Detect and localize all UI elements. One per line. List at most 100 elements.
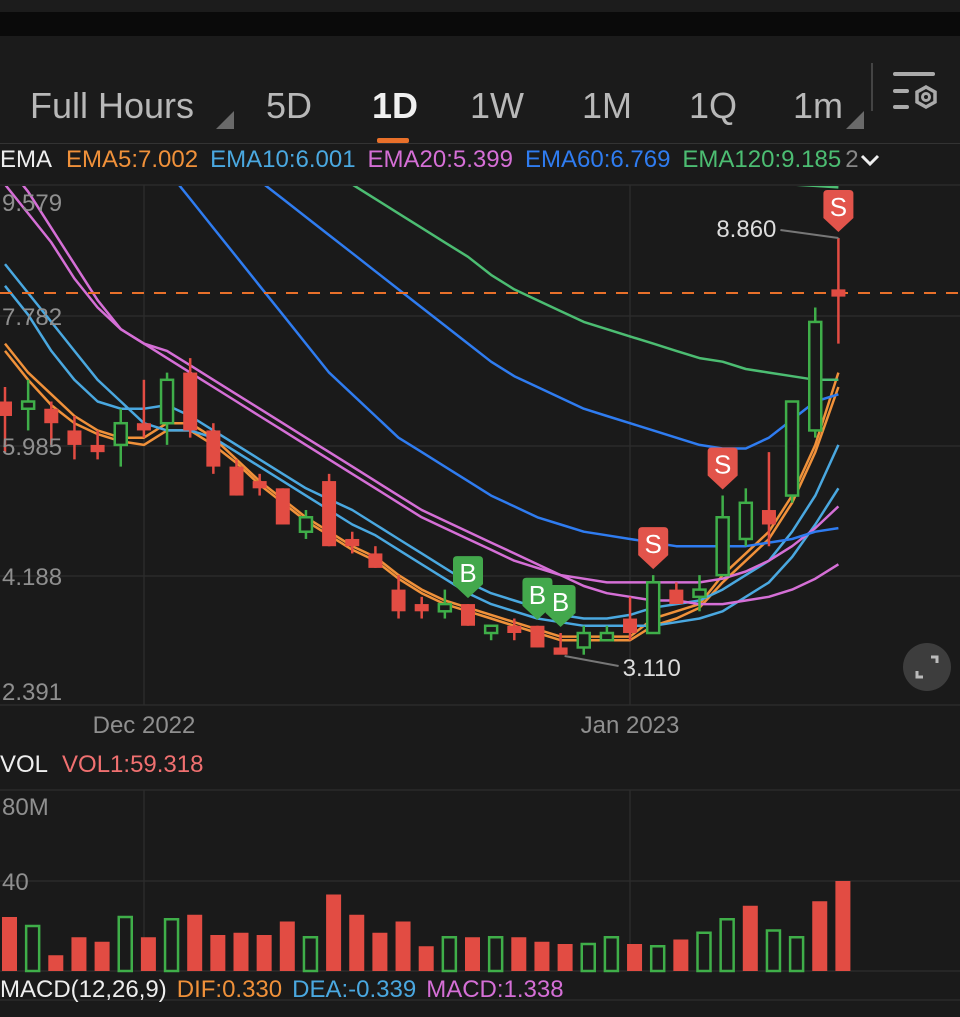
candle-body-down (0, 401, 12, 416)
volume-bar-up (117, 915, 133, 973)
volume-bar-down (835, 881, 851, 971)
candle-body-down (252, 481, 267, 489)
ema-line-ema5b (4, 350, 840, 642)
volume-bar-down (71, 937, 87, 971)
high-price-label: 8.860 (716, 216, 776, 243)
price-chart[interactable]: 8.8603.110BB BSSS (0, 0, 960, 1017)
candle-body-up (738, 501, 754, 541)
vol-legend-title: VOL (0, 751, 49, 778)
annotation-leader (780, 229, 839, 240)
candle-body-down (761, 510, 776, 525)
ema-line-ema120b (796, 186, 839, 189)
macd-legend[interactable]: MACD(12,26,9) DIF:0.330 DEA:-0.339 MACD:1.3… (0, 976, 574, 1004)
sell-marker-label: S (714, 450, 731, 480)
vol-legend[interactable]: VOL VOL1:59.318 (0, 751, 213, 779)
buy-marker-label: B (552, 587, 569, 617)
volume-bar-down (395, 921, 411, 971)
candle-body-down (67, 430, 82, 445)
candle-body-up (808, 320, 823, 432)
macd-value: MACD:1.338 (426, 976, 564, 1003)
candle-body-down (183, 372, 198, 431)
candle-body-down (461, 604, 475, 626)
candle-body-down (391, 589, 406, 612)
volume-bar-down (326, 894, 342, 971)
ema-line-ema60 (178, 186, 839, 548)
volume-bar-down (140, 937, 156, 971)
annotation-leader (564, 655, 619, 667)
sell-marker-label: S (830, 192, 847, 222)
volume-bar-down (627, 944, 643, 971)
dea-value: DEA:-0.339 (292, 976, 417, 1003)
candle-body-up (645, 581, 661, 635)
date-tick: Jan 2023 (580, 712, 680, 739)
candle-body-down (669, 589, 684, 605)
candle-body-down (368, 553, 383, 568)
candle-body-down (553, 647, 568, 655)
low-price-label: 3.110 (623, 655, 681, 682)
candle-body-up (20, 400, 36, 410)
macd-legend-title: MACD(12,26,9) (0, 976, 167, 1003)
fullscreen-button[interactable] (903, 643, 951, 691)
buy-marker-label: B (529, 580, 546, 610)
volume-bar-up (441, 936, 458, 973)
volume-bar-down (256, 935, 272, 971)
candle-body-down (831, 289, 846, 297)
ema-line-ema10b (4, 263, 840, 628)
volume-bar-up (603, 936, 620, 973)
candle-body-up (692, 588, 707, 599)
vol-tick: 40 (2, 869, 29, 896)
price-tick: 4.188 (2, 564, 63, 591)
volume-bar-down (557, 944, 573, 971)
volume-bar-down (742, 905, 758, 971)
candle-body-down (530, 625, 545, 648)
volume-bar-down (349, 914, 365, 971)
vol1-value: VOL1:59.318 (62, 751, 204, 778)
volume-bar-down (534, 941, 550, 971)
price-tick: 7.782 (2, 304, 63, 331)
volume-bar-up (302, 936, 319, 973)
candle-body-down (229, 466, 244, 496)
volume-bar-up (24, 924, 41, 973)
candle-body-up (159, 378, 175, 425)
volume-bar-down (465, 937, 480, 971)
price-tick: 2.391 (2, 679, 63, 706)
candle-body-down (90, 444, 105, 453)
price-tick: 5.985 (2, 434, 63, 461)
candle-body-down (275, 488, 290, 525)
volume-bar-up (765, 929, 782, 973)
candle-body-up (113, 421, 128, 447)
volume-bar-down (187, 914, 203, 971)
expand-icon (915, 655, 939, 679)
candle-body-up (784, 400, 800, 497)
volume-bar-down (233, 932, 249, 971)
volume-bar-down (210, 935, 226, 971)
volume-bar-up (580, 942, 596, 973)
volume-bar-down (372, 932, 388, 971)
volume-bar-down (279, 921, 295, 971)
date-tick: Dec 2022 (92, 712, 196, 739)
candle-body-down (136, 423, 151, 431)
volume-bar-up (487, 936, 504, 973)
volume-bar-down (418, 946, 434, 971)
candle-body-down (507, 625, 522, 634)
candle-body-down (206, 430, 221, 467)
candle-body-up (298, 516, 314, 533)
candle-body-up (576, 631, 591, 649)
candle-body-up (715, 516, 730, 577)
volume-bar-down (511, 937, 527, 971)
volume-bar-up (163, 918, 180, 973)
candle-body-down (322, 481, 337, 547)
candle-body-up (483, 624, 499, 635)
volume-bar-down (94, 941, 110, 971)
volume-bar-down (673, 939, 689, 971)
candle-body-down (623, 618, 638, 634)
dif-value: DIF:0.330 (176, 976, 283, 1003)
candle-body-down (44, 408, 59, 424)
price-tick: 9.579 (2, 190, 63, 217)
volume-bar-up (788, 936, 805, 973)
ema-line-ema60b (264, 186, 839, 450)
buy-marker-label: B (459, 558, 476, 588)
volume-bar-down (48, 955, 64, 971)
candle-body-up (437, 602, 453, 613)
ema-line-ema20 (4, 186, 840, 584)
